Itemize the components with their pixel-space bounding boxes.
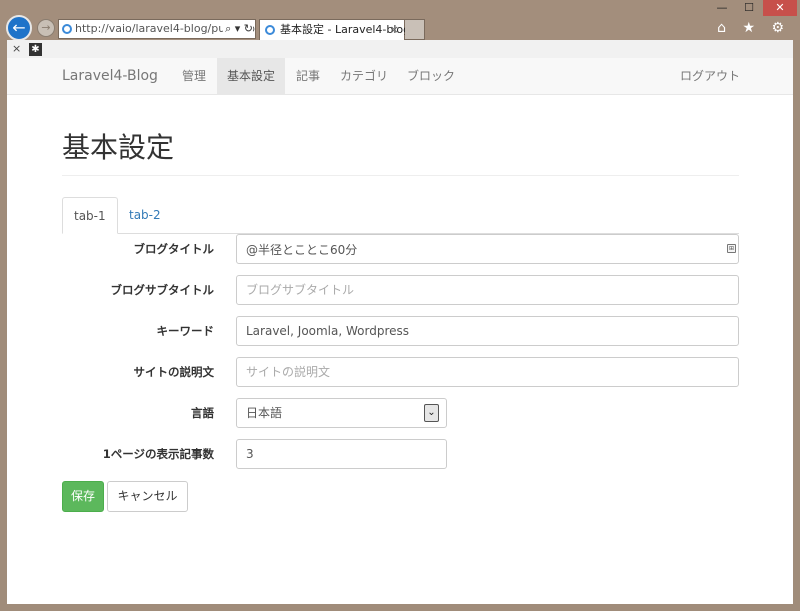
language-label: 言語 (191, 406, 214, 420)
tab-1[interactable]: tab-1 (62, 197, 118, 234)
brand-link[interactable]: Laravel4-Blog (62, 58, 158, 95)
maximize-button[interactable]: ☐ (736, 0, 762, 16)
address-bar[interactable]: http://vaio/laravel4-blog/public/b ⌕ ▾ ↻ (58, 19, 256, 39)
blog-subtitle-label: ブログサブタイトル (110, 283, 215, 297)
extension-icon[interactable]: ✱ (29, 43, 42, 56)
back-button[interactable]: ← (6, 15, 32, 41)
language-select[interactable]: 日本語 ⌄ (236, 398, 447, 428)
page-title: 基本設定 (62, 131, 175, 164)
close-window-button[interactable]: ✕ (763, 0, 797, 16)
home-favorites-settings-icon[interactable]: ⌂ ★ ⚙ (717, 20, 790, 36)
favorites-bar: × ✱ (7, 40, 793, 58)
description-label: サイトの説明文 (133, 365, 215, 379)
close-icon[interactable]: × (12, 40, 21, 58)
cancel-button[interactable]: キャンセル (107, 481, 188, 512)
nav-item-articles[interactable]: 記事 (286, 58, 330, 95)
nav-item-basic-settings[interactable]: 基本設定 (217, 58, 286, 95)
save-button[interactable]: 保存 (62, 481, 104, 512)
blog-title-input[interactable] (236, 234, 739, 264)
ie-tab-icon (265, 25, 275, 35)
input-autofill-icon[interactable]: ⊞ (727, 244, 736, 253)
keywords-label: キーワード (156, 324, 215, 338)
per-page-label: 1ページの表示記事数 (102, 447, 214, 461)
per-page-input[interactable] (236, 439, 447, 469)
new-tab-button[interactable] (405, 19, 425, 40)
description-input[interactable] (236, 357, 739, 387)
keywords-input[interactable] (236, 316, 739, 346)
title-divider (62, 175, 739, 176)
top-navbar: Laravel4-Blog 管理 基本設定 記事 カテゴリ ブロック ログアウト (7, 58, 793, 95)
arrow-left-icon: ← (12, 18, 26, 37)
tab-2[interactable]: tab-2 (118, 197, 172, 234)
nav-item-blocks[interactable]: ブロック (397, 58, 465, 95)
nav-item-categories[interactable]: カテゴリ (330, 58, 398, 95)
blog-subtitle-input[interactable] (236, 275, 739, 305)
close-tab-icon[interactable]: × (390, 20, 399, 40)
ie-page-icon (62, 24, 72, 34)
blog-title-label: ブログタイトル (133, 242, 215, 256)
forward-button[interactable]: → (37, 19, 55, 37)
arrow-right-icon: → (41, 21, 51, 34)
address-tools-icon[interactable]: ⌕ ▾ ↻ (223, 20, 253, 38)
browser-titlebar: — ☐ ✕ ← → http://vaio/laravel4-blog/publ… (0, 0, 800, 41)
page-viewport: Laravel4-Blog 管理 基本設定 記事 カテゴリ ブロック ログアウト… (7, 58, 793, 604)
nav-item-admin[interactable]: 管理 (172, 58, 216, 95)
logout-link[interactable]: ログアウト (670, 58, 750, 95)
chevron-down-icon[interactable]: ⌄ (424, 404, 439, 422)
language-select-value: 日本語 (246, 406, 283, 420)
minimize-button[interactable]: — (709, 0, 735, 16)
browser-tab-active[interactable]: 基本設定 - Laravel4-blog × (259, 19, 410, 40)
